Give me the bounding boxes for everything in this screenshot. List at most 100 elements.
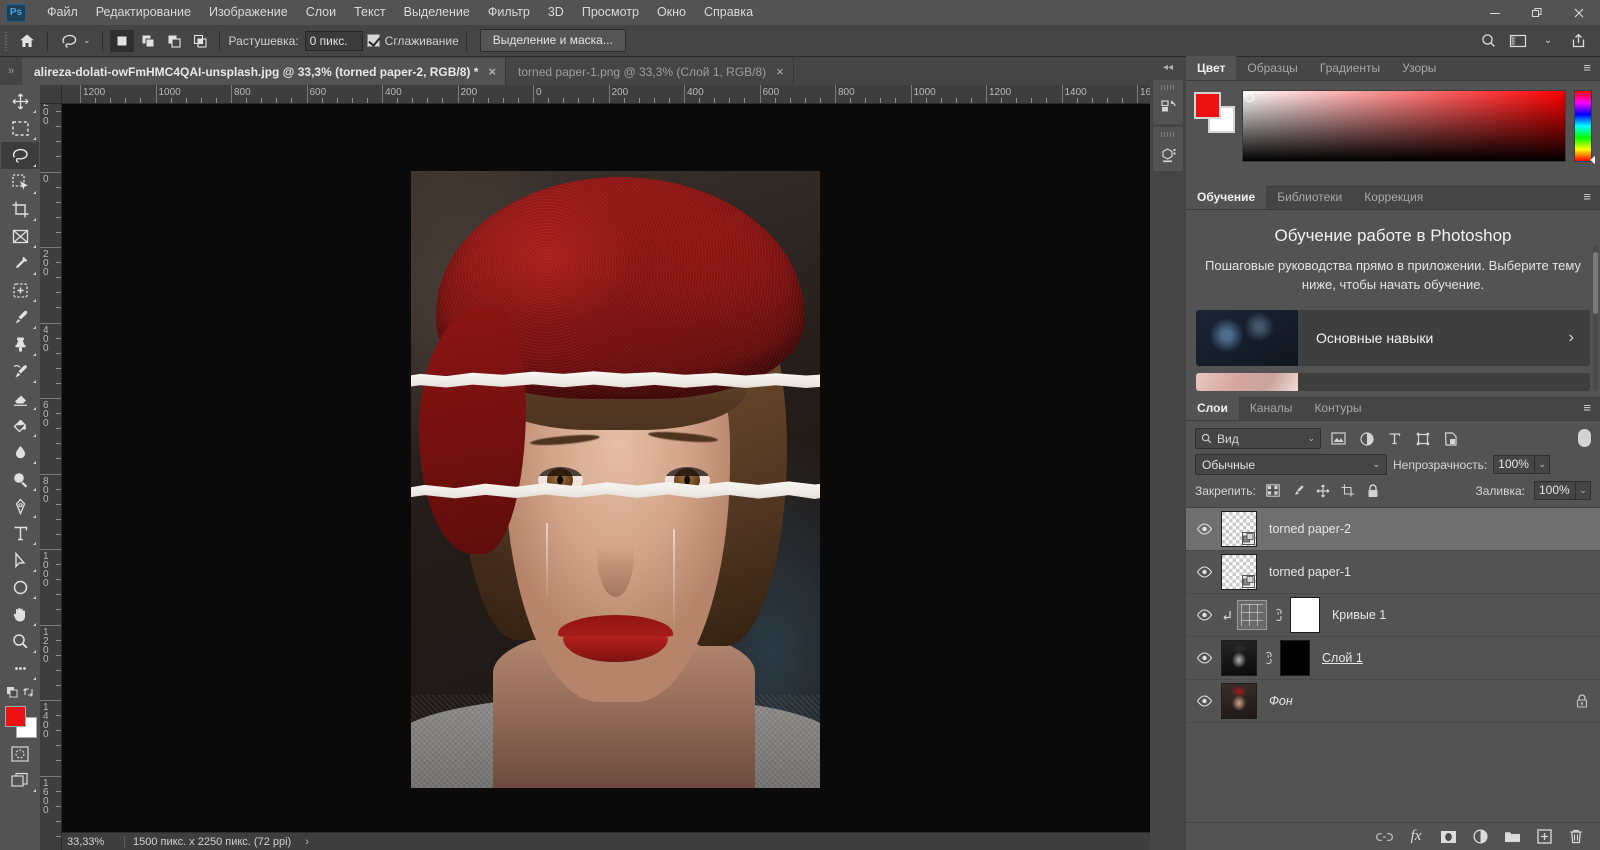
menu-item-layers[interactable]: Слои — [297, 0, 345, 25]
color-swatches[interactable] — [3, 706, 37, 738]
tab-color[interactable]: Цвет — [1186, 56, 1237, 80]
layer-visibility-toggle[interactable] — [1190, 609, 1219, 621]
close-button[interactable] — [1558, 0, 1600, 25]
filter-type-icon[interactable] — [1384, 428, 1405, 449]
add-to-selection-button[interactable] — [136, 30, 160, 52]
learn-card-next-partial[interactable] — [1196, 373, 1590, 391]
options-bar-grip[interactable] — [3, 29, 10, 52]
tool-hand[interactable] — [1, 601, 39, 628]
opacity-control[interactable]: 100% ⌄ — [1493, 455, 1551, 474]
new-selection-button[interactable] — [109, 29, 134, 52]
layer-name[interactable]: Фон — [1257, 694, 1293, 708]
new-group-icon[interactable] — [1502, 827, 1522, 847]
menu-item-filter[interactable]: Фильтр — [479, 0, 539, 25]
share-icon[interactable] — [1564, 29, 1592, 53]
layer-thumbnail[interactable] — [1221, 511, 1257, 547]
properties-panel-icon[interactable] — [1153, 140, 1183, 168]
menu-item-3d[interactable]: 3D — [539, 0, 573, 25]
layer-name[interactable]: torned paper-2 — [1257, 522, 1351, 536]
lock-all-icon[interactable] — [1365, 483, 1381, 499]
quick-mask-button[interactable] — [1, 740, 39, 767]
opacity-value[interactable]: 100% — [1493, 455, 1536, 474]
search-icon[interactable] — [1474, 29, 1502, 53]
link-mask-icon[interactable] — [1272, 608, 1285, 622]
tab-bar-grip[interactable]: » — [0, 57, 22, 85]
subtract-from-selection-button[interactable] — [162, 30, 186, 52]
learn-card-basic-skills[interactable]: Основные навыки › — [1196, 310, 1590, 366]
default-colors-and-swap[interactable] — [1, 682, 39, 702]
screen-mode-button[interactable] — [1, 767, 39, 794]
layer-filter-select[interactable]: Вид ⌄ — [1195, 428, 1321, 449]
layer-mask-thumbnail[interactable] — [1280, 640, 1310, 676]
tab-learn[interactable]: Обучение — [1186, 185, 1267, 209]
layer-row-torned-paper-2[interactable]: torned paper-2 — [1186, 508, 1600, 551]
tab-patterns[interactable]: Узоры — [1391, 56, 1447, 80]
horizontal-ruler[interactable]: 1200 1000 800 600 400 200 0 200 400 600 800 1000 120… — [62, 85, 1150, 104]
panel-menu-icon[interactable]: ≡ — [1574, 185, 1600, 209]
tool-spot-healing-brush[interactable] — [1, 277, 39, 304]
lock-image-pixels-icon[interactable] — [1290, 483, 1306, 499]
tool-gradient[interactable] — [1, 412, 39, 439]
foreground-color-swatch[interactable] — [5, 706, 26, 727]
layer-row-layer-1[interactable]: Слой 1 — [1186, 637, 1600, 680]
layer-thumbnail-cell[interactable] — [1219, 511, 1257, 547]
tool-frame[interactable] — [1, 223, 39, 250]
zoom-level[interactable]: 33,33% — [62, 836, 124, 848]
close-icon[interactable]: × — [776, 65, 784, 78]
chevron-down-icon[interactable]: ⌄ — [1576, 481, 1591, 500]
layer-row-curves-1[interactable]: Кривые 1 — [1186, 594, 1600, 637]
tool-rectangular-marquee[interactable] — [1, 115, 39, 142]
menu-item-select[interactable]: Выделение — [395, 0, 479, 25]
tool-lasso[interactable] — [1, 142, 39, 169]
tab-layers[interactable]: Слои — [1186, 396, 1239, 420]
panel-menu-icon[interactable]: ≡ — [1574, 56, 1600, 80]
layer-name[interactable]: Кривые 1 — [1320, 608, 1386, 622]
delete-layer-icon[interactable] — [1566, 827, 1586, 847]
tool-clone-stamp[interactable] — [1, 331, 39, 358]
close-icon[interactable]: × — [488, 65, 496, 78]
rail-grip-2[interactable] — [1161, 132, 1175, 137]
history-panel-icon[interactable] — [1153, 93, 1183, 121]
link-layers-icon[interactable] — [1374, 827, 1394, 847]
double-chevron-left-icon[interactable]: ◂◂ — [1150, 57, 1186, 77]
artboard-image[interactable] — [411, 171, 820, 788]
layer-name[interactable]: torned paper-1 — [1257, 565, 1351, 579]
layer-name[interactable]: Слой 1 — [1310, 651, 1363, 665]
tab-channels[interactable]: Каналы — [1239, 396, 1304, 420]
tool-ellipse[interactable] — [1, 574, 39, 601]
chevron-down-icon[interactable]: ⌄ — [1534, 29, 1562, 53]
tab-adjustments[interactable]: Коррекция — [1353, 185, 1434, 209]
filter-pixel-icon[interactable] — [1328, 428, 1349, 449]
fill-value[interactable]: 100% — [1534, 481, 1576, 500]
document-tab-2[interactable]: torned paper-1.png @ 33,3% (Слой 1, RGB/… — [506, 58, 794, 85]
tool-blur[interactable] — [1, 439, 39, 466]
tool-quick-selection[interactable] — [1, 169, 39, 196]
feather-input[interactable]: 0 пикс. — [304, 30, 363, 51]
layer-visibility-toggle[interactable] — [1190, 652, 1219, 664]
tool-history-brush[interactable] — [1, 358, 39, 385]
layer-thumbnail-cell[interactable] — [1219, 683, 1257, 719]
layer-thumbnail[interactable] — [1221, 640, 1257, 676]
ruler-corner[interactable] — [40, 85, 62, 104]
document-canvas[interactable] — [62, 104, 1150, 832]
intersect-selection-button[interactable] — [188, 30, 212, 52]
blend-mode-select[interactable]: Обычные ⌄ — [1195, 454, 1387, 475]
chevron-down-icon[interactable]: ⌄ — [1535, 455, 1551, 474]
chevron-right-icon[interactable]: › — [305, 836, 309, 848]
new-layer-icon[interactable] — [1534, 827, 1554, 847]
color-panel-foreground-swatch[interactable] — [1194, 92, 1221, 119]
lock-position-icon[interactable] — [1315, 483, 1331, 499]
menu-item-image[interactable]: Изображение — [200, 0, 297, 25]
tool-eyedropper[interactable] — [1, 250, 39, 277]
tool-move[interactable] — [1, 88, 39, 115]
lock-transparent-pixels-icon[interactable] — [1265, 483, 1281, 499]
layer-mask-thumbnail[interactable] — [1290, 597, 1320, 633]
tool-edit-toolbar[interactable] — [1, 655, 39, 682]
hue-slider-marker[interactable] — [1590, 156, 1595, 164]
layer-thumbnail-cell[interactable] — [1235, 597, 1320, 633]
home-icon[interactable] — [14, 29, 40, 53]
layer-style-fx-icon[interactable]: fx — [1406, 827, 1426, 847]
tool-path-selection[interactable] — [1, 547, 39, 574]
vertical-ruler[interactable]: 2 0 0 0 2 0 0 4 0 0 6 0 0 8 0 0 1 0 0 0 1 2 0 0… — [40, 104, 62, 850]
layer-thumbnail-cell[interactable] — [1219, 640, 1310, 676]
